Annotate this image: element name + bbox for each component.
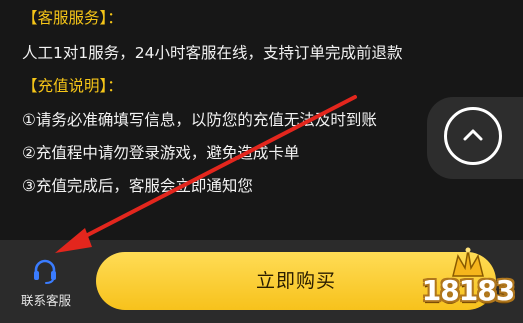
contact-service-label: 联系客服 <box>20 293 71 308</box>
chevron-up-icon <box>463 129 483 141</box>
scroll-top-circle <box>444 107 502 165</box>
scroll-to-top-button[interactable] <box>427 97 523 179</box>
service-heading: 【客服服务】： <box>22 9 123 27</box>
headset-icon <box>34 259 56 284</box>
contact-service-button[interactable]: 联系客服 <box>0 240 92 323</box>
service-description: 人工1对1服务，24小时客服在线，支持订单完成前退款 <box>22 44 403 62</box>
recharge-note-1: ①请务必准确填写信息，以防您的充值无法及时到账 <box>22 111 377 129</box>
recharge-note-3: ③充值完成后，客服会立即通知您 <box>22 177 253 195</box>
watermark-logo: 18183 <box>418 246 518 316</box>
watermark-text: 18183 <box>421 274 515 307</box>
recharge-note-2: ②充值程中请勿登录游戏，避免造成卡单 <box>22 144 300 162</box>
recharge-heading: 【充值说明】： <box>22 77 123 95</box>
